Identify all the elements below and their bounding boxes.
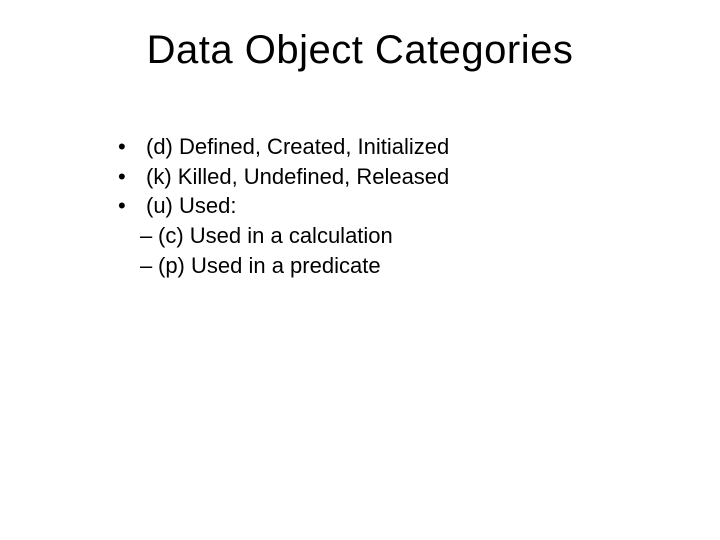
list-item: • (d) Defined, Created, Initialized <box>118 132 449 162</box>
slide-body: • (d) Defined, Created, Initialized • (k… <box>118 132 449 280</box>
sub-list-item-text: (p) Used in a predicate <box>158 251 381 281</box>
dash-icon: – <box>140 221 158 251</box>
sub-list-item-text: (c) Used in a calculation <box>158 221 393 251</box>
sub-list-item: – (c) Used in a calculation <box>118 221 449 251</box>
list-item-text: (u) Used: <box>146 191 236 221</box>
list-item-text: (d) Defined, Created, Initialized <box>146 132 449 162</box>
list-item: • (u) Used: <box>118 191 449 221</box>
bullet-icon: • <box>118 162 146 192</box>
dash-icon: – <box>140 251 158 281</box>
list-item-text: (k) Killed, Undefined, Released <box>146 162 449 192</box>
sub-list-item: – (p) Used in a predicate <box>118 251 449 281</box>
slide: Data Object Categories • (d) Defined, Cr… <box>0 0 720 540</box>
bullet-icon: • <box>118 132 146 162</box>
slide-title: Data Object Categories <box>0 28 720 73</box>
list-item: • (k) Killed, Undefined, Released <box>118 162 449 192</box>
bullet-icon: • <box>118 191 146 221</box>
